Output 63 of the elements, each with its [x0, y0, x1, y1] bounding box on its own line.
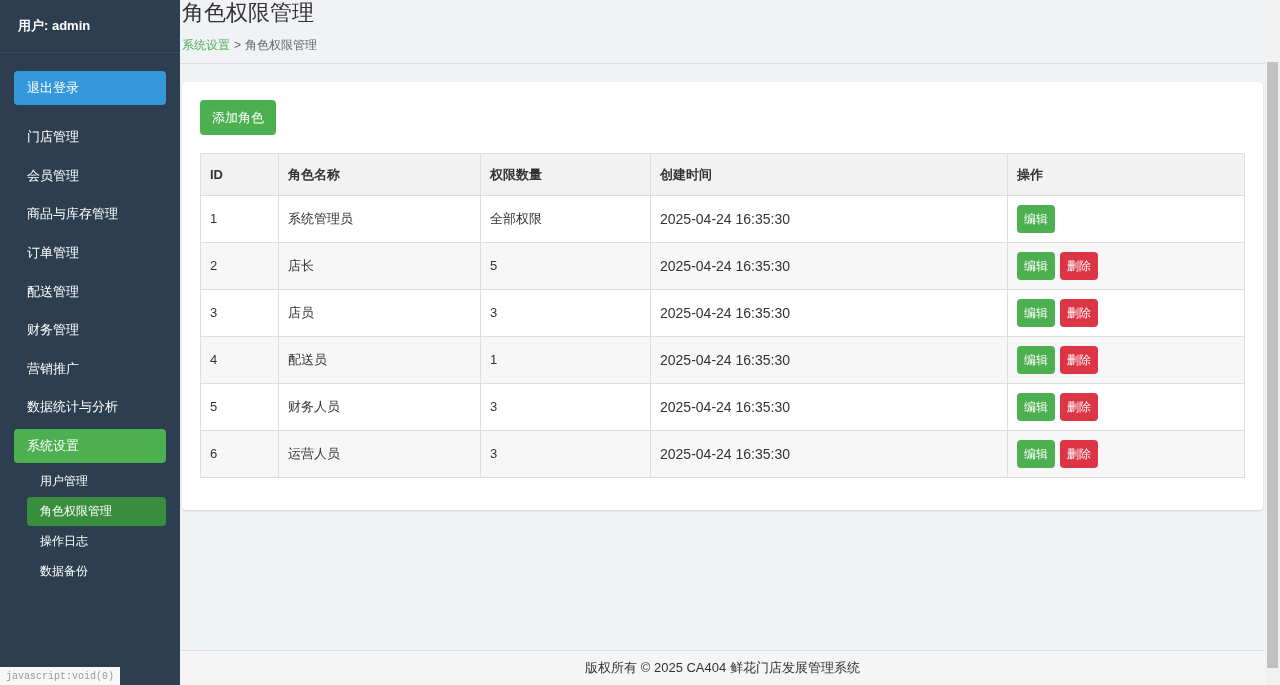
- table-cell: 2025-04-24 16:35:30: [650, 336, 1008, 384]
- nav-subitem[interactable]: 数据备份: [27, 556, 166, 586]
- table-cell: 全部权限: [480, 195, 651, 243]
- table-cell: 2025-04-24 16:35:30: [650, 242, 1008, 290]
- delete-button[interactable]: 删除: [1060, 299, 1098, 327]
- add-role-button[interactable]: 添加角色: [200, 100, 276, 135]
- nav-item[interactable]: 数据统计与分析: [14, 390, 166, 425]
- breadcrumb-current: 角色权限管理: [245, 37, 317, 54]
- breadcrumb-separator: >: [234, 37, 241, 54]
- nav-subitem[interactable]: 操作日志: [27, 526, 166, 556]
- table-cell: 2025-04-24 16:35:30: [650, 289, 1008, 337]
- table-cell: 配送员: [278, 336, 481, 384]
- nav-item[interactable]: 营销推广: [14, 351, 166, 386]
- nav-subitem[interactable]: 用户管理: [27, 466, 166, 496]
- nav-item[interactable]: 配送管理: [14, 274, 166, 309]
- scrollbar-thumb[interactable]: [1267, 62, 1278, 668]
- edit-button[interactable]: 编辑: [1017, 205, 1055, 233]
- table-cell: 2: [200, 242, 279, 290]
- table-cell: 4: [200, 336, 279, 384]
- table-cell: 3: [480, 383, 651, 431]
- column-header: 创建时间: [650, 153, 1008, 196]
- table-cell: 3: [480, 430, 651, 478]
- nav-item[interactable]: 会员管理: [14, 158, 166, 193]
- copyright-text: 版权所有 © 2025 CA404 鲜花门店发展管理系统: [585, 659, 860, 678]
- table-cell: 店长: [278, 242, 481, 290]
- table-cell: 2025-04-24 16:35:30: [650, 383, 1008, 431]
- logout-button[interactable]: 退出登录: [14, 71, 166, 105]
- edit-button[interactable]: 编辑: [1017, 299, 1055, 327]
- edit-button[interactable]: 编辑: [1017, 346, 1055, 374]
- table-cell: 6: [200, 430, 279, 478]
- edit-button[interactable]: 编辑: [1017, 252, 1055, 280]
- column-header: 权限数量: [480, 153, 651, 196]
- delete-button[interactable]: 删除: [1060, 346, 1098, 374]
- table-cell: 5: [200, 383, 279, 431]
- nav-item[interactable]: 系统设置: [14, 428, 166, 463]
- edit-button[interactable]: 编辑: [1017, 440, 1055, 468]
- table-cell: 2025-04-24 16:35:30: [650, 430, 1008, 478]
- table-cell: 3: [200, 289, 279, 337]
- table-cell: 财务人员: [278, 383, 481, 431]
- delete-button[interactable]: 删除: [1060, 393, 1098, 421]
- nav-item[interactable]: 商品与库存管理: [14, 197, 166, 232]
- delete-button[interactable]: 删除: [1060, 440, 1098, 468]
- table-cell: 店员: [278, 289, 481, 337]
- table-cell: 3: [480, 289, 651, 337]
- column-header: ID: [200, 153, 279, 196]
- column-header: 角色名称: [278, 153, 481, 196]
- nav-subitem[interactable]: 角色权限管理: [27, 496, 166, 526]
- status-url: javascript:void(0): [6, 669, 115, 684]
- table-cell: 1: [480, 336, 651, 384]
- nav-item[interactable]: 财务管理: [14, 312, 166, 347]
- edit-button[interactable]: 编辑: [1017, 393, 1055, 421]
- user-label: 用户: admin: [18, 17, 91, 36]
- delete-button[interactable]: 删除: [1060, 252, 1098, 280]
- nav-item[interactable]: 订单管理: [14, 235, 166, 270]
- nav-item[interactable]: 门店管理: [14, 120, 166, 154]
- table-cell: 1: [200, 195, 279, 243]
- table-cell: 5: [480, 242, 651, 290]
- table-cell: 系统管理员: [278, 195, 481, 243]
- table-cell: 2025-04-24 16:35:30: [650, 195, 1008, 243]
- column-header: 操作: [1007, 153, 1245, 196]
- breadcrumb-link[interactable]: 系统设置: [182, 36, 230, 54]
- table-cell: 运营人员: [278, 430, 481, 478]
- page-title: 角色权限管理: [182, 0, 315, 26]
